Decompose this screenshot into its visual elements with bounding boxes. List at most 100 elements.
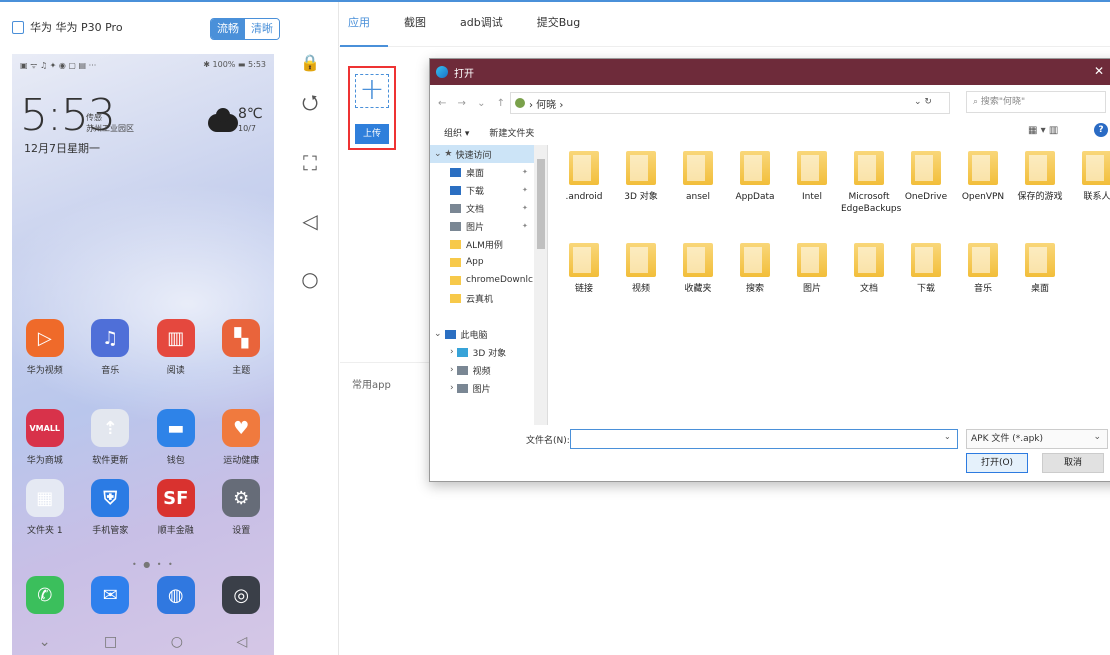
file-item[interactable]: Intel <box>784 151 840 203</box>
cancel-button[interactable]: 取消 <box>1042 453 1104 473</box>
nav-pane-item[interactable]: 下载 ✦ <box>430 181 547 199</box>
nav-pane-item[interactable]: › 图片 <box>430 379 547 397</box>
app-item[interactable]: ♥ 运动健康 <box>212 409 270 466</box>
collapse-icon[interactable]: ⌄ <box>39 634 51 650</box>
quality-toggle[interactable]: 流畅 清晰 <box>210 18 280 40</box>
file-item[interactable]: 文档 <box>841 243 897 295</box>
app-item[interactable]: ♫ 音乐 <box>81 319 139 376</box>
file-item[interactable]: 搜索 <box>727 243 783 295</box>
app-icon[interactable]: ◎ <box>222 576 261 614</box>
app-icon[interactable]: VMALL <box>25 409 64 447</box>
app-item[interactable]: SF 顺丰金融 <box>147 479 205 536</box>
app-icon[interactable]: SF <box>156 479 195 517</box>
nav-pane-item[interactable]: chromeDownlc <box>430 271 547 289</box>
file-item[interactable]: .android <box>556 151 612 203</box>
app-item[interactable]: ⛨ 手机管家 <box>81 479 139 536</box>
close-icon[interactable]: ✕ <box>1094 64 1104 78</box>
filename-input[interactable] <box>570 429 958 449</box>
app-icon[interactable]: ▚ <box>222 319 261 357</box>
nav-pane-item[interactable]: 文档 ✦ <box>430 199 547 217</box>
file-item[interactable]: 联系人 <box>1069 151 1110 203</box>
app-item[interactable]: ⇡ 软件更新 <box>81 409 139 466</box>
nav-pane-item[interactable]: 桌面 ✦ <box>430 163 547 181</box>
nav-pane-item[interactable]: ALM用例 <box>430 235 547 253</box>
add-icon[interactable]: + <box>355 74 389 108</box>
app-icon[interactable]: ▷ <box>25 319 64 357</box>
new-folder-button[interactable]: 新建文件夹 <box>489 126 534 139</box>
open-button[interactable]: 打开(O) <box>966 453 1028 473</box>
app-icon[interactable]: ⛨ <box>91 479 130 517</box>
file-item[interactable]: AppData <box>727 151 783 203</box>
app-icon[interactable]: ♫ <box>91 319 130 357</box>
home-icon[interactable]: ○ <box>292 250 328 308</box>
app-icon[interactable]: ♥ <box>222 409 261 447</box>
app-icon[interactable]: ▥ <box>156 319 195 357</box>
upload-button[interactable]: 上传 <box>355 124 389 144</box>
file-item[interactable]: Microsoft EdgeBackups <box>841 151 901 215</box>
app-icon[interactable]: ⇡ <box>91 409 130 447</box>
quality-fluent-button[interactable]: 流畅 <box>211 19 245 39</box>
tab-2[interactable]: adb调试 <box>452 2 529 48</box>
upload-card[interactable]: + 上传 <box>348 66 396 150</box>
nav-pane-item[interactable]: 云真机 <box>430 289 547 307</box>
nav-pane-item[interactable]: ⌄ ★ 快速访问 <box>430 145 547 163</box>
phone-screen[interactable]: ▣ ᯤ ♫ ✦ ◉ ▢ ▤ ··· ✱ 100% ▬ 5:53 5:53 传感 … <box>12 54 274 655</box>
chevron-down-icon[interactable]: ⌄ <box>944 432 951 441</box>
expand-chevron-icon[interactable]: › <box>450 347 454 357</box>
organize-button[interactable]: 组织 ▾ <box>444 126 469 139</box>
app-icon[interactable]: ◍ <box>156 576 195 614</box>
file-item[interactable]: 音乐 <box>955 243 1011 295</box>
app-icon[interactable]: ⚙ <box>222 479 261 517</box>
expand-chevron-icon[interactable]: ⌄ <box>434 329 442 339</box>
file-item[interactable]: 保存的游戏 <box>1012 151 1068 203</box>
app-icon[interactable]: ✉ <box>91 576 130 614</box>
app-icon[interactable]: ▦ <box>25 479 64 517</box>
tab-1[interactable]: 截图 <box>396 2 452 48</box>
view-options-icon[interactable]: ▦ ▾ ▥ <box>1028 125 1058 136</box>
app-item[interactable]: ✆ <box>16 576 74 614</box>
file-item[interactable]: 桌面 <box>1012 243 1068 295</box>
app-item[interactable]: ▷ 华为视频 <box>16 319 74 376</box>
app-item[interactable]: VMALL 华为商城 <box>16 409 74 466</box>
app-item[interactable]: ▦ 文件夹 1 <box>16 479 74 536</box>
app-item[interactable]: ▬ 钱包 <box>147 409 205 466</box>
nav-pane-item[interactable]: ⌄ 此电脑 <box>430 325 547 343</box>
app-item[interactable]: ▥ 阅读 <box>147 319 205 376</box>
nav-pane-item[interactable]: › 3D 对象 <box>430 343 547 361</box>
file-item[interactable]: OpenVPN <box>955 151 1011 203</box>
dialog-titlebar[interactable]: 打开 ✕ <box>430 59 1110 85</box>
app-item[interactable]: ▚ 主题 <box>212 319 270 376</box>
lock-icon[interactable]: 🔒 <box>292 48 328 76</box>
nav-pane-item[interactable]: › 视频 <box>430 361 547 379</box>
expand-chevron-icon[interactable]: › <box>450 365 454 375</box>
back-icon[interactable]: ◁ <box>236 634 247 650</box>
file-item[interactable]: 链接 <box>556 243 612 295</box>
search-input[interactable]: ⌕ 搜索"何晓" <box>966 91 1106 113</box>
refresh-icon[interactable]: ⌄ ↻ <box>914 97 932 107</box>
rotate-icon[interactable]: ⭯ <box>292 76 328 134</box>
app-item[interactable]: ✉ <box>81 576 139 614</box>
file-item[interactable]: OneDrive <box>898 151 954 203</box>
expand-chevron-icon[interactable]: › <box>450 383 454 393</box>
file-type-select[interactable]: APK 文件 (*.apk) <box>966 428 1108 449</box>
home-icon[interactable]: ○ <box>171 634 183 650</box>
back-icon[interactable]: ◁ <box>292 192 328 250</box>
file-item[interactable]: 视频 <box>613 243 669 295</box>
quality-clear-button[interactable]: 清晰 <box>245 19 279 39</box>
nav-arrows[interactable]: ← → ⌄ ↑ <box>430 98 510 109</box>
file-item[interactable]: 3D 对象 <box>613 151 669 203</box>
file-item[interactable]: 收藏夹 <box>670 243 726 295</box>
nav-pane-item[interactable]: 图片 ✦ <box>430 217 547 235</box>
file-item[interactable]: ansel <box>670 151 726 203</box>
help-icon[interactable]: ? <box>1094 123 1108 137</box>
file-item[interactable]: 图片 <box>784 243 840 295</box>
nav-pane-item[interactable]: App <box>430 253 547 271</box>
expand-chevron-icon[interactable]: ⌄ ★ <box>434 149 452 159</box>
tab-0[interactable]: 应用 <box>340 2 396 48</box>
app-item[interactable]: ◎ <box>212 576 270 614</box>
screenshot-icon[interactable]: ⛶ <box>292 134 328 192</box>
tab-3[interactable]: 提交Bug <box>529 2 607 48</box>
address-bar[interactable]: › 何晓 › <box>510 92 950 114</box>
app-icon[interactable]: ▬ <box>156 409 195 447</box>
app-item[interactable]: ⚙ 设置 <box>212 479 270 536</box>
